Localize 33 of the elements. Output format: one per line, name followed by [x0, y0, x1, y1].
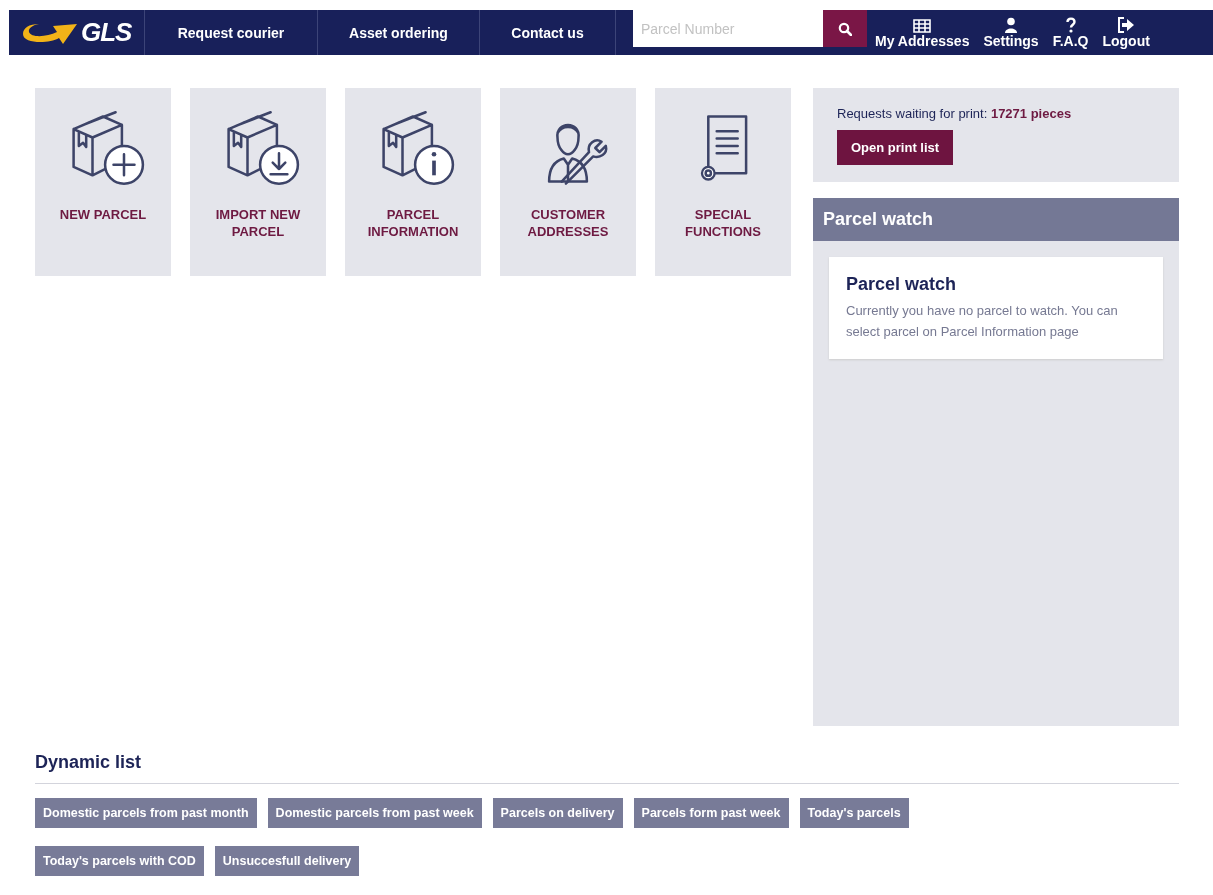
- nav-link[interactable]: Contact us: [480, 10, 616, 55]
- filter-button[interactable]: Parcels form past week: [633, 798, 789, 828]
- filter-button[interactable]: Parcels on delivery: [492, 798, 623, 828]
- nav-link[interactable]: Request courier: [145, 10, 318, 55]
- filter-button[interactable]: Unsuccesfull delivery: [214, 846, 360, 876]
- open-print-list-button[interactable]: Open print list: [837, 130, 954, 165]
- menu-link[interactable]: My Addresses: [875, 10, 970, 55]
- card-text: Currently you have no parcel to watch. You can select parcel on Parcel Information page: [846, 302, 1119, 341]
- card-title: Parcel watch: [846, 274, 958, 295]
- person-icon: [1004, 17, 1019, 33]
- nav-link[interactable]: Asset ordering: [318, 10, 480, 55]
- tile-button[interactable]: CUSTOMER ADDRESSES: [500, 88, 636, 276]
- grid-icon: [913, 19, 932, 33]
- logo-text: GLS: [81, 17, 132, 48]
- logout-icon: [1117, 17, 1136, 33]
- section-title: Dynamic list: [35, 752, 1179, 784]
- tile-button[interactable]: SPECIAL FUNCTIONS: [655, 88, 791, 276]
- panel-header: Parcel watch: [813, 198, 1179, 241]
- search-icon: [838, 21, 852, 36]
- menu-link[interactable]: F.A.Q: [1052, 10, 1089, 55]
- filter-button[interactable]: Today's parcels: [799, 798, 909, 828]
- tile-button[interactable]: PARCEL INFORMATION: [345, 88, 481, 276]
- filter-button[interactable]: Today's parcels with COD: [35, 846, 204, 876]
- tile-button[interactable]: NEW PARCEL: [35, 88, 171, 276]
- menu-link[interactable]: Settings: [983, 10, 1039, 55]
- search-button[interactable]: [823, 10, 867, 47]
- menu-link[interactable]: Logout: [1102, 10, 1150, 55]
- filter-button[interactable]: Domestic parcels from past month: [35, 798, 257, 828]
- tile-button[interactable]: IMPORT NEW PARCEL: [190, 88, 326, 276]
- print-status-text: Requests waiting for print: 17271 pieces: [837, 106, 1072, 121]
- search-field[interactable]: Parcel Number: [633, 10, 823, 47]
- filter-button[interactable]: Domestic parcels from past week: [267, 798, 482, 828]
- help-icon: [1065, 17, 1076, 33]
